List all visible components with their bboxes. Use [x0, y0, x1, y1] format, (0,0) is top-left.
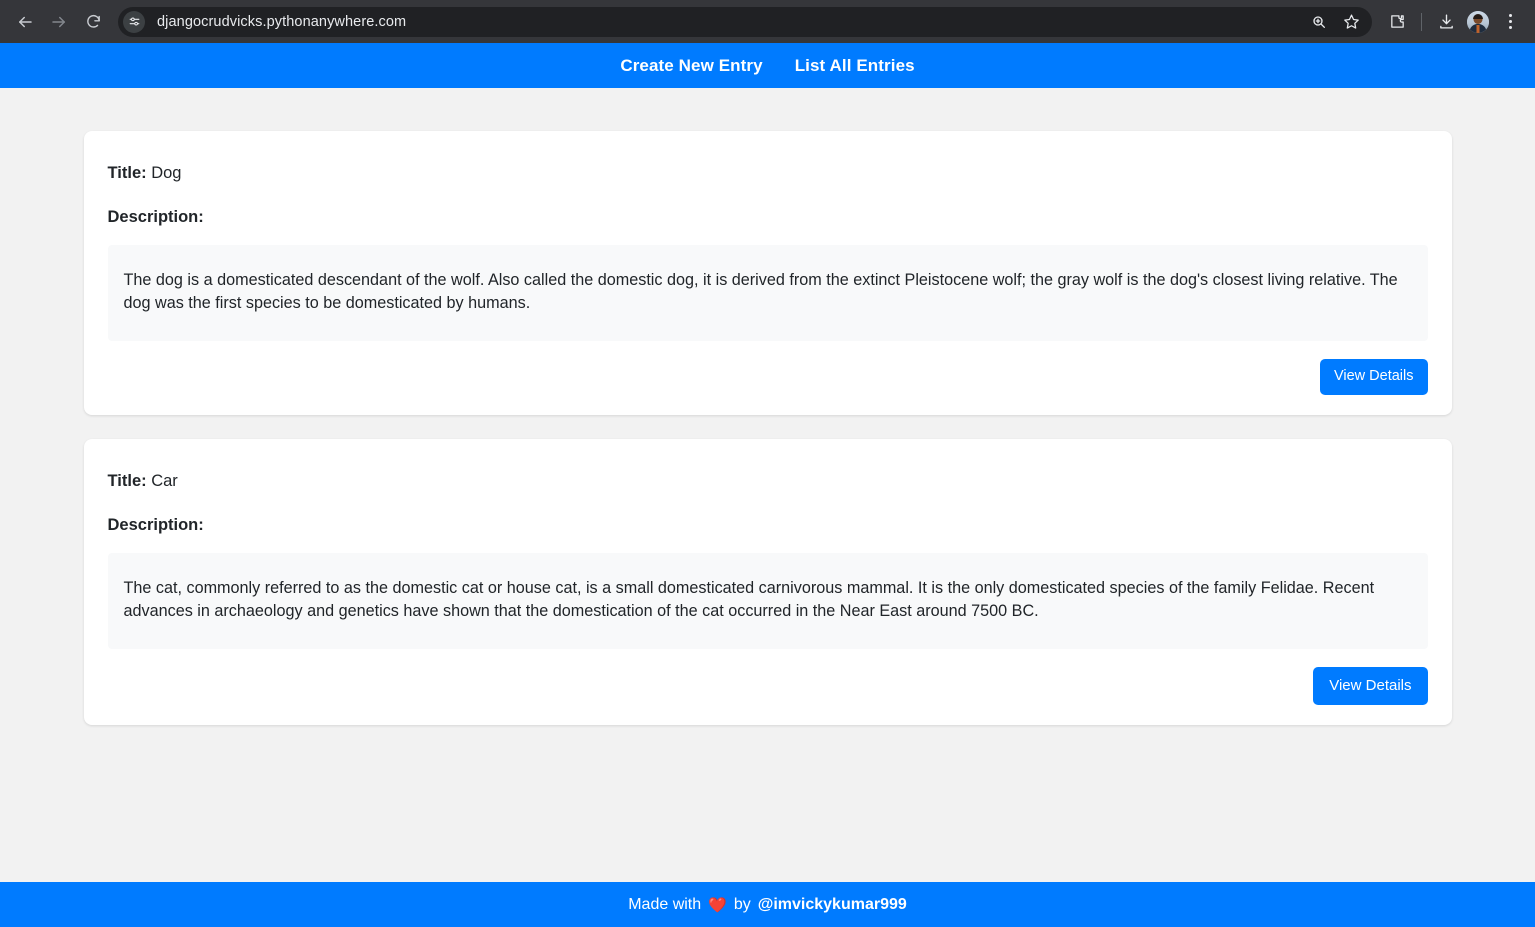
entry-card-actions: View Details — [108, 359, 1428, 395]
entry-card: Title: Dog Description: The dog is a dom… — [83, 131, 1452, 415]
profile-avatar-icon[interactable] — [1463, 7, 1493, 37]
entry-title: Title: Car — [108, 471, 1428, 492]
view-details-button[interactable]: View Details — [1319, 359, 1428, 395]
toolbar-divider — [1421, 12, 1422, 31]
entry-description-label: Description: — [107, 208, 204, 227]
reload-button[interactable] — [76, 5, 110, 39]
tune-sliders-icon[interactable] — [123, 10, 145, 33]
view-details-button[interactable]: View Details — [1313, 667, 1428, 706]
entries-container: Title: Dog Description: The dog is a dom… — [83, 131, 1452, 726]
site-footer: Made with ❤️ by @imvickykumar999 — [0, 882, 1535, 927]
forward-arrow-icon — [50, 13, 68, 31]
nav-link-list-all-entries[interactable]: List All Entries — [795, 56, 915, 76]
footer-by-text: by — [733, 895, 751, 913]
extensions-puzzle-icon[interactable] — [1382, 7, 1412, 37]
three-dot-menu-icon[interactable] — [1495, 7, 1525, 37]
footer-made-with-text: Made with — [628, 895, 702, 913]
back-arrow-icon — [16, 13, 34, 31]
omnibox-actions — [1304, 7, 1366, 37]
site-navbar: Create New Entry List All Entries — [0, 43, 1535, 88]
entry-title-value: Car — [151, 471, 178, 490]
forward-button[interactable] — [42, 5, 76, 39]
address-bar[interactable]: djangocrudvicks.pythonanywhere.com — [118, 6, 1372, 37]
entry-card: Title: Car Description: The cat, commonl… — [83, 438, 1452, 726]
browser-toolbar: djangocrudvicks.pythonanywhere.com — [0, 0, 1535, 43]
heart-icon: ❤️ — [708, 896, 727, 914]
footer-author-handle: @imvickykumar999 — [757, 895, 907, 913]
page-content: Title: Dog Description: The dog is a dom… — [0, 88, 1535, 882]
url-text: djangocrudvicks.pythonanywhere.com — [157, 13, 407, 30]
entry-card-actions: View Details — [108, 667, 1428, 706]
entry-description-box: The dog is a domesticated descendant of … — [107, 245, 1428, 342]
avatar — [1467, 10, 1489, 33]
entry-description-text: The cat, commonly referred to as the dom… — [123, 579, 1375, 621]
downloads-icon[interactable] — [1431, 7, 1461, 37]
bookmark-star-icon[interactable] — [1336, 7, 1366, 37]
zoom-magnifier-icon[interactable] — [1304, 7, 1334, 37]
reload-icon — [85, 13, 102, 30]
entry-description-text: The dog is a domesticated descendant of … — [123, 271, 1398, 313]
entry-title-value: Dog — [151, 164, 182, 182]
browser-actions — [1378, 7, 1525, 37]
entry-title-label: Title: — [107, 471, 147, 490]
entry-description-label: Description: — [107, 516, 204, 535]
entry-title: Title: Dog — [108, 163, 1428, 184]
entry-title-label: Title: — [107, 164, 147, 182]
entry-description-box: The cat, commonly referred to as the dom… — [107, 553, 1428, 650]
back-button[interactable] — [8, 5, 42, 39]
nav-link-create-new-entry[interactable]: Create New Entry — [620, 56, 762, 76]
